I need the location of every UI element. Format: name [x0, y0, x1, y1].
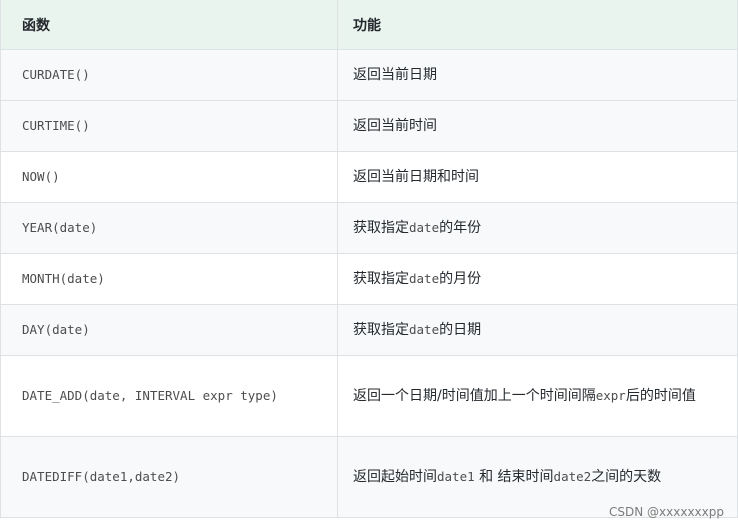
watermark: CSDN @xxxxxxxpp	[609, 505, 724, 519]
function-name: MONTH(date)	[0, 254, 338, 304]
function-description: 获取指定 date 的年份	[338, 203, 738, 253]
table-row: CURTIME() 返回当前时间	[0, 101, 738, 152]
table-header-row: 函数 功能	[0, 0, 738, 50]
function-name-text: DATE_ADD(date, INTERVAL expr type)	[22, 388, 278, 403]
header-description: 功能	[338, 0, 738, 49]
function-name: NOW()	[0, 152, 338, 202]
function-description-text: 返回起始时间date1 和 结束时间date2之间的天数	[353, 469, 662, 485]
function-name: YEAR(date)	[0, 203, 338, 253]
functions-table: 函数 功能 CURDATE() 返回当前日期 CURTIME() 返回当前时间 …	[0, 0, 738, 518]
function-name: CURTIME()	[0, 101, 338, 151]
function-name: DATE_ADD(date, INTERVAL expr type)	[0, 356, 338, 436]
table-row: CURDATE() 返回当前日期	[0, 50, 738, 101]
table-row: NOW() 返回当前日期和时间	[0, 152, 738, 203]
function-name: DAY(date)	[0, 305, 338, 355]
header-function: 函数	[0, 0, 338, 49]
function-description: 返回当前日期和时间	[338, 152, 738, 202]
table-row: MONTH(date) 获取指定 date 的月份	[0, 254, 738, 305]
function-description: 返回一个日期/时间值加上一个时间间隔expr后的时间值	[338, 356, 738, 436]
table-row: DATE_ADD(date, INTERVAL expr type) 返回一个日…	[0, 356, 738, 437]
function-description: 获取指定 date 的日期	[338, 305, 738, 355]
table-row: DAY(date) 获取指定 date 的日期	[0, 305, 738, 356]
function-description: 获取指定 date 的月份	[338, 254, 738, 304]
function-name: DATEDIFF(date1,date2)	[0, 437, 338, 517]
function-description: 返回当前日期	[338, 50, 738, 100]
function-description: 返回当前时间	[338, 101, 738, 151]
function-description-text: 返回一个日期/时间值加上一个时间间隔expr后的时间值	[353, 388, 696, 404]
function-name: CURDATE()	[0, 50, 338, 100]
table-row: YEAR(date) 获取指定 date 的年份	[0, 203, 738, 254]
